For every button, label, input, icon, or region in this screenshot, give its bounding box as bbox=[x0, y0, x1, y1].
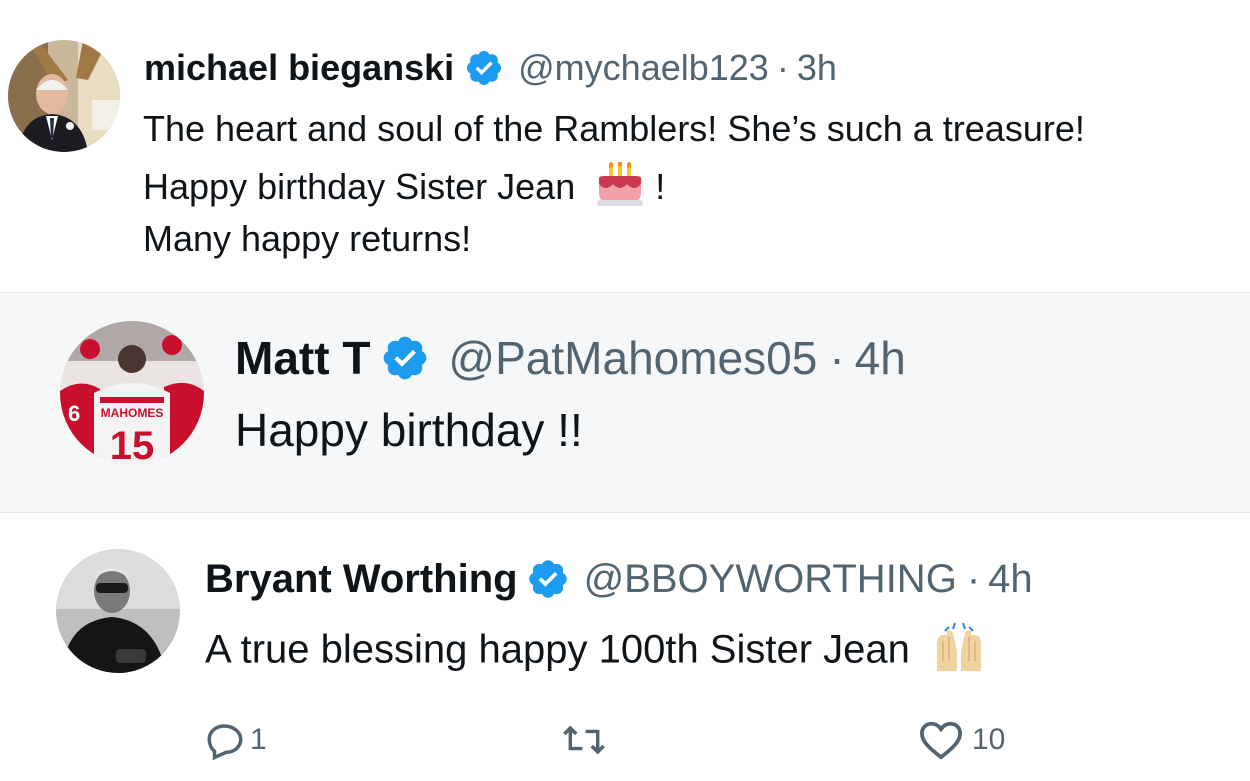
handle[interactable]: @BBOYWORTHING bbox=[584, 557, 957, 602]
tweet-text-line-1: The heart and soul of the Ramblers! She’… bbox=[143, 108, 1085, 149]
avatar[interactable]: MAHOMES 15 6 bbox=[60, 321, 204, 465]
tweet-text-line-2: Happy birthday Sister Jean ! bbox=[143, 160, 666, 217]
timestamp[interactable]: 3h bbox=[797, 47, 837, 89]
svg-text:MAHOMES: MAHOMES bbox=[101, 406, 164, 420]
svg-text:6: 6 bbox=[68, 401, 80, 426]
birthday-cake-icon bbox=[595, 160, 645, 217]
tweet-header: michael bieganski @mychaelb123 · 3h bbox=[144, 44, 837, 92]
like-count: 10 bbox=[972, 723, 1006, 756]
reply-count: 1 bbox=[250, 723, 267, 756]
handle[interactable]: @PatMahomes05 bbox=[448, 331, 817, 385]
display-name[interactable]: Bryant Worthing bbox=[205, 557, 518, 602]
avatar[interactable] bbox=[8, 40, 120, 152]
reply-button[interactable]: 1 bbox=[204, 719, 267, 761]
reply-icon bbox=[204, 719, 246, 761]
raising-hands-icon bbox=[931, 621, 987, 683]
tweet-text-fragment: Happy birthday Sister Jean bbox=[143, 166, 576, 208]
tweet-text: A true blessing happy 100th Sister Jean bbox=[205, 621, 987, 683]
timestamp[interactable]: 4h bbox=[855, 331, 906, 385]
retweet-icon bbox=[560, 719, 608, 761]
tweet-text-line-3: Many happy returns! bbox=[143, 218, 472, 259]
tweet-matt-t[interactable]: MAHOMES 15 6 Matt T @PatMahomes05 · 4h H… bbox=[0, 292, 1250, 513]
svg-text:15: 15 bbox=[110, 424, 155, 465]
tweet-actions: 1 10 bbox=[0, 709, 1250, 769]
heart-icon bbox=[918, 719, 964, 761]
tweet-header: Bryant Worthing @BBOYWORTHING · 4h bbox=[205, 553, 1033, 605]
retweet-button[interactable] bbox=[560, 719, 608, 761]
verified-badge-icon bbox=[526, 557, 570, 601]
separator: · bbox=[776, 47, 789, 88]
tweet-michael-bieganski[interactable]: michael bieganski @mychaelb123 · 3h The … bbox=[0, 0, 1250, 292]
tweet-header: Matt T @PatMahomes05 · 4h bbox=[235, 329, 906, 387]
handle[interactable]: @mychaelb123 bbox=[518, 47, 769, 89]
tweet-text: Happy birthday !! bbox=[235, 404, 583, 456]
separator: · bbox=[829, 332, 845, 384]
verified-badge-icon bbox=[380, 333, 430, 383]
avatar[interactable] bbox=[56, 549, 180, 673]
display-name[interactable]: michael bieganski bbox=[144, 47, 454, 89]
tweet-text-fragment: A true blessing happy 100th Sister Jean bbox=[205, 627, 910, 672]
tweet-bryant-worthing[interactable]: Bryant Worthing @BBOYWORTHING · 4h A tru… bbox=[0, 512, 1250, 781]
separator: · bbox=[966, 556, 981, 601]
display-name[interactable]: Matt T bbox=[235, 331, 370, 385]
like-button[interactable]: 10 bbox=[918, 719, 1005, 761]
verified-badge-icon bbox=[464, 48, 504, 88]
timestamp[interactable]: 4h bbox=[988, 557, 1033, 602]
tweet-text-fragment: ! bbox=[655, 166, 666, 208]
